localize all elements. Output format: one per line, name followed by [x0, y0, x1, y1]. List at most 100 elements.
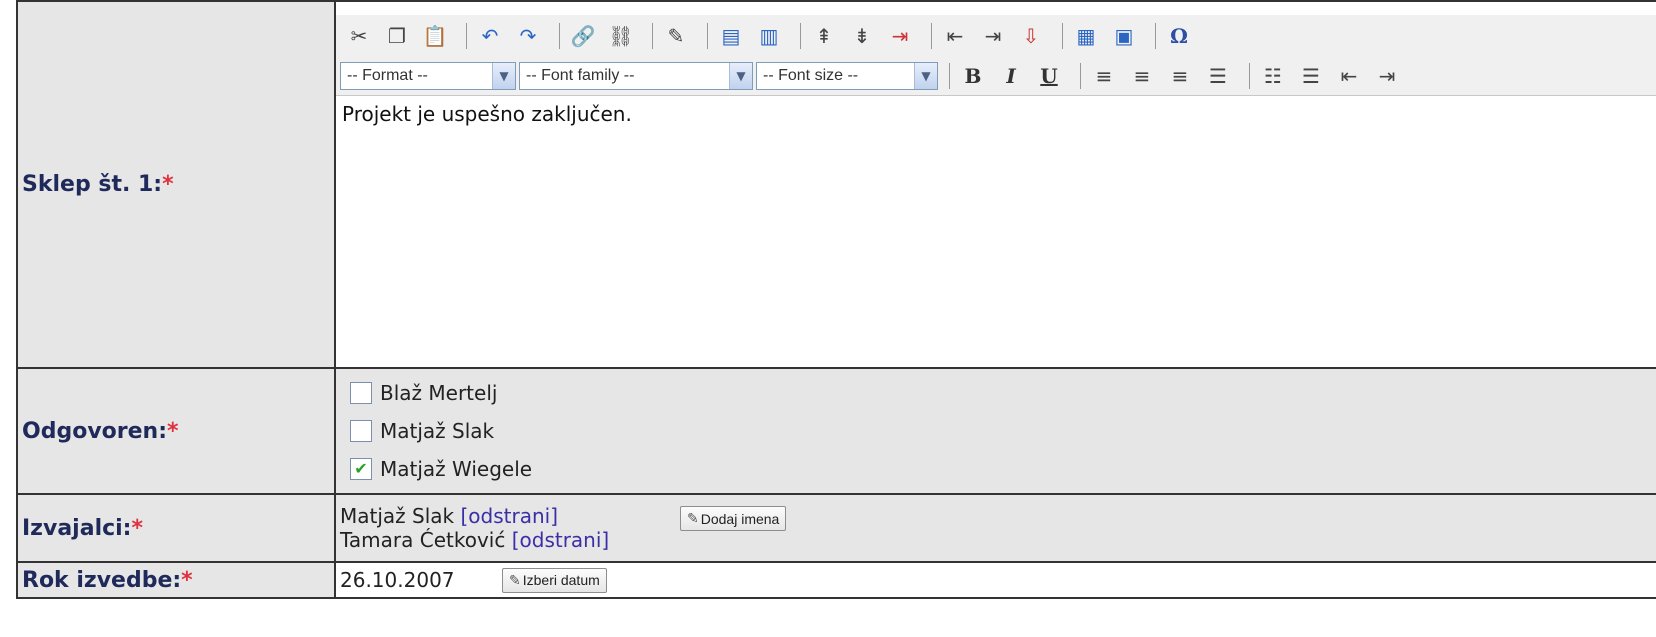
- toolbar-separator: [931, 23, 932, 49]
- insert-row-after-icon[interactable]: ⇟: [847, 21, 877, 51]
- table-props-icon[interactable]: ▣: [1109, 21, 1139, 51]
- deadline-cell: 26.10.2007 ✎ Izberi datum: [334, 561, 1656, 599]
- label-rok-text: Rok izvedbe:: [22, 567, 182, 593]
- executors-column: Matjaž Slak [odstrani] Tamara Ćetković […: [340, 504, 680, 552]
- pencil-icon: ✎: [509, 571, 521, 588]
- copy-icon[interactable]: ❐: [382, 21, 412, 51]
- responsible-checkboxes: Blaž Mertelj Matjaž Slak ✔ Matjaž Wiegel…: [334, 367, 1656, 495]
- toolbar-separator: [707, 23, 708, 49]
- pencil-icon: ✎: [687, 510, 699, 526]
- checkbox-item[interactable]: Matjaž Slak: [336, 412, 1656, 450]
- meeting-decision-form: Sklep št. 1:* ✂ ❐ 📋 ↶ ↷ 🔗 ⛓ ✎ ▤ ▥ ⇞ ⇟ ⇥ …: [16, 0, 1656, 637]
- toolbar-separator: [466, 23, 467, 49]
- align-left-icon[interactable]: ≡: [1089, 61, 1119, 91]
- editor-content-area[interactable]: Projekt je uspešno zaključen.: [336, 96, 1656, 354]
- checkbox-checked[interactable]: ✔: [350, 458, 372, 480]
- deadline-line: 26.10.2007 ✎ Izberi datum: [336, 567, 1656, 593]
- executors-list: Matjaž Slak [odstrani] Tamara Ćetković […: [336, 500, 1656, 556]
- executors-cell: Matjaž Slak [odstrani] Tamara Ćetković […: [334, 493, 1656, 563]
- align-right-icon[interactable]: ≡: [1165, 61, 1195, 91]
- toolbar-row-2: -- Format -- ▼ -- Font family -- ▼ -- Fo…: [336, 57, 1656, 95]
- editor-content-text: Projekt je uspešno zaključen.: [342, 102, 632, 126]
- toolbar-separator: [1080, 63, 1081, 89]
- redo-icon[interactable]: ↷: [513, 21, 543, 51]
- bold-button[interactable]: B: [958, 61, 988, 91]
- checkbox-item[interactable]: ✔ Matjaž Wiegele: [336, 450, 1656, 488]
- insert-row-before-icon[interactable]: ⇞: [809, 21, 839, 51]
- toolbar-separator: [800, 23, 801, 49]
- add-names-button[interactable]: ✎ Dodaj imena: [680, 506, 787, 531]
- indent-icon[interactable]: ⇥: [1372, 61, 1402, 91]
- undo-icon[interactable]: ↶: [475, 21, 505, 51]
- pick-date-button[interactable]: ✎ Izberi datum: [502, 567, 607, 593]
- table-icon[interactable]: ▦: [1071, 21, 1101, 51]
- outdent-icon[interactable]: ⇤: [1334, 61, 1364, 91]
- bullet-list-icon[interactable]: ☷: [1258, 61, 1288, 91]
- label-izvajalci-text: Izvajalci:: [22, 515, 132, 541]
- executor-entry: Tamara Ćetković [odstrani]: [340, 528, 680, 552]
- required-mark: *: [131, 515, 143, 541]
- toolbar-separator: [949, 63, 950, 89]
- label-rok: Rok izvedbe:*: [16, 561, 336, 599]
- form-table: Sklep št. 1:* ✂ ❐ 📋 ↶ ↷ 🔗 ⛓ ✎ ▤ ▥ ⇞ ⇟ ⇥ …: [16, 0, 1656, 599]
- row-odgovoren: Odgovoren:* Blaž Mertelj Matjaž Slak ✔ M…: [16, 367, 1656, 495]
- insert-col-after-icon[interactable]: ⇥: [978, 21, 1008, 51]
- label-izvajalci: Izvajalci:*: [16, 493, 336, 563]
- required-mark: *: [181, 567, 193, 593]
- chevron-down-icon: ▼: [729, 63, 752, 89]
- align-justify-icon[interactable]: ☰: [1203, 61, 1233, 91]
- remove-link[interactable]: [odstrani]: [460, 504, 558, 528]
- row-sklep: Sklep št. 1:* ✂ ❐ 📋 ↶ ↷ 🔗 ⛓ ✎ ▤ ▥ ⇞ ⇟ ⇥ …: [16, 0, 1656, 369]
- executor-entry: Matjaž Slak [odstrani]: [340, 504, 680, 528]
- checkbox-unchecked[interactable]: [350, 420, 372, 442]
- format-select-value: -- Format --: [347, 67, 428, 84]
- toolbar-row-1: ✂ ❐ 📋 ↶ ↷ 🔗 ⛓ ✎ ▤ ▥ ⇞ ⇟ ⇥ ⇤ ⇥ ⇩ ▦ ▣ Ω: [336, 15, 1656, 57]
- font-family-select-value: -- Font family --: [526, 67, 635, 84]
- checkbox-label: Matjaž Wiegele: [380, 457, 533, 481]
- row-rok: Rok izvedbe:* 26.10.2007 ✎ Izberi datum: [16, 561, 1656, 599]
- underline-button[interactable]: U: [1034, 61, 1064, 91]
- table-row-icon[interactable]: ▤: [716, 21, 746, 51]
- link-icon[interactable]: 🔗: [568, 21, 598, 51]
- label-odgovoren: Odgovoren:*: [16, 367, 336, 495]
- unlink-icon[interactable]: ⛓: [606, 21, 636, 51]
- delete-col-icon[interactable]: ⇩: [1016, 21, 1046, 51]
- required-mark: *: [162, 172, 174, 197]
- special-char-icon[interactable]: Ω: [1164, 21, 1194, 51]
- chevron-down-icon: ▼: [492, 63, 515, 89]
- deadline-date: 26.10.2007: [340, 568, 455, 592]
- edit-html-icon[interactable]: ✎: [661, 21, 691, 51]
- insert-col-before-icon[interactable]: ⇤: [940, 21, 970, 51]
- label-sklep-text: Sklep št. 1:: [22, 172, 163, 197]
- paste-icon[interactable]: 📋: [420, 21, 450, 51]
- required-mark: *: [167, 418, 179, 444]
- label-sklep: Sklep št. 1:*: [16, 0, 336, 369]
- checkbox-label: Matjaž Slak: [380, 419, 495, 443]
- remove-link[interactable]: [odstrani]: [512, 528, 610, 552]
- toolbar-separator: [1249, 63, 1250, 89]
- format-select[interactable]: -- Format -- ▼: [340, 62, 516, 90]
- font-size-select[interactable]: -- Font size -- ▼: [756, 62, 938, 90]
- editor-toolbar: ✂ ❐ 📋 ↶ ↷ 🔗 ⛓ ✎ ▤ ▥ ⇞ ⇟ ⇥ ⇤ ⇥ ⇩ ▦ ▣ Ω --…: [336, 15, 1656, 96]
- cut-icon[interactable]: ✂: [344, 21, 374, 51]
- toolbar-separator: [1155, 23, 1156, 49]
- add-names-label: Dodaj imena: [700, 510, 780, 527]
- toolbar-separator: [559, 23, 560, 49]
- table-col-icon[interactable]: ▥: [754, 21, 784, 51]
- chevron-down-icon: ▼: [914, 63, 937, 89]
- italic-button[interactable]: I: [996, 61, 1026, 91]
- toolbar-separator: [652, 23, 653, 49]
- delete-row-icon[interactable]: ⇥: [885, 21, 915, 51]
- pick-date-label: Izberi datum: [522, 572, 600, 588]
- font-family-select[interactable]: -- Font family -- ▼: [519, 62, 753, 90]
- toolbar-separator: [1062, 23, 1063, 49]
- executor-name: Tamara Ćetković: [340, 528, 506, 552]
- align-center-icon[interactable]: ≡: [1127, 61, 1157, 91]
- checkbox-item[interactable]: Blaž Mertelj: [336, 374, 1656, 412]
- executor-name: Matjaž Slak: [340, 504, 455, 528]
- row-izvajalci: Izvajalci:* Matjaž Slak [odstrani] Tamar…: [16, 493, 1656, 563]
- checkbox-unchecked[interactable]: [350, 382, 372, 404]
- font-size-select-value: -- Font size --: [763, 67, 859, 84]
- numbered-list-icon[interactable]: ☰: [1296, 61, 1326, 91]
- rich-text-editor: ✂ ❐ 📋 ↶ ↷ 🔗 ⛓ ✎ ▤ ▥ ⇞ ⇟ ⇥ ⇤ ⇥ ⇩ ▦ ▣ Ω --…: [334, 0, 1656, 369]
